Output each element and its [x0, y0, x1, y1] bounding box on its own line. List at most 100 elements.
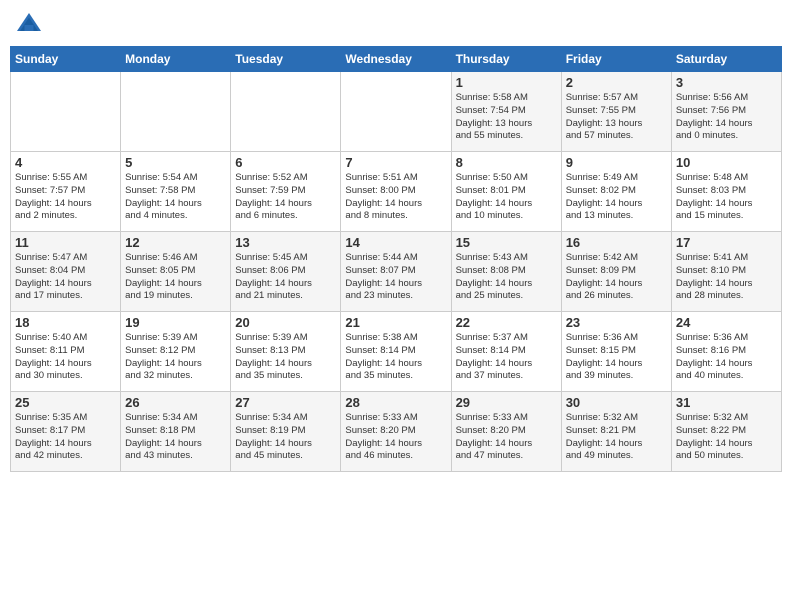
day-number: 2 [566, 75, 667, 90]
calendar-cell: 15 Sunrise: 5:43 AM Sunset: 8:08 PM Dayli… [451, 232, 561, 312]
day-header-monday: Monday [121, 47, 231, 72]
logo-icon [14, 10, 44, 40]
day-info: Sunrise: 5:36 AM Sunset: 8:15 PM Dayligh… [566, 332, 667, 383]
calendar-week-row: 4 Sunrise: 5:55 AM Sunset: 7:57 PM Daylig… [11, 152, 782, 232]
calendar-cell: 26 Sunrise: 5:34 AM Sunset: 8:18 PM Dayli… [121, 392, 231, 472]
calendar-cell: 6Sunrise: 5:52 AM Sunset: 7:59 PM Daylig… [231, 152, 341, 232]
day-info: Sunrise: 5:39 AM Sunset: 8:12 PM Dayligh… [125, 332, 226, 383]
calendar-cell: 10 Sunrise: 5:48 AM Sunset: 8:03 PM Dayli… [671, 152, 781, 232]
day-number: 30 [566, 395, 667, 410]
day-info: Sunrise: 5:48 AM Sunset: 8:03 PM Dayligh… [676, 172, 777, 223]
calendar-cell [341, 72, 451, 152]
day-number: 16 [566, 235, 667, 250]
calendar-cell: 12 Sunrise: 5:46 AM Sunset: 8:05 PM Dayli… [121, 232, 231, 312]
calendar-cell: 14Sunrise: 5:44 AM Sunset: 8:07 PM Dayli… [341, 232, 451, 312]
day-number: 20 [235, 315, 336, 330]
day-info: Sunrise: 5:40 AM Sunset: 8:11 PM Dayligh… [15, 332, 116, 383]
day-number: 13 [235, 235, 336, 250]
calendar-cell: 28Sunrise: 5:33 AM Sunset: 8:20 PM Dayli… [341, 392, 451, 472]
day-info: Sunrise: 5:36 AM Sunset: 8:16 PM Dayligh… [676, 332, 777, 383]
day-info: Sunrise: 5:51 AM Sunset: 8:00 PM Dayligh… [345, 172, 446, 223]
calendar-cell: 7 Sunrise: 5:51 AM Sunset: 8:00 PM Daylig… [341, 152, 451, 232]
day-number: 8 [456, 155, 557, 170]
day-info: Sunrise: 5:47 AM Sunset: 8:04 PM Dayligh… [15, 252, 116, 303]
day-number: 4 [15, 155, 116, 170]
day-number: 29 [456, 395, 557, 410]
day-info: Sunrise: 5:55 AM Sunset: 7:57 PM Dayligh… [15, 172, 116, 223]
day-header-tuesday: Tuesday [231, 47, 341, 72]
day-info: Sunrise: 5:46 AM Sunset: 8:05 PM Dayligh… [125, 252, 226, 303]
day-number: 17 [676, 235, 777, 250]
day-number: 6 [235, 155, 336, 170]
calendar-cell: 1Sunrise: 5:58 AM Sunset: 7:54 PM Daylig… [451, 72, 561, 152]
day-number: 22 [456, 315, 557, 330]
calendar-week-row: 11 Sunrise: 5:47 AM Sunset: 8:04 PM Dayli… [11, 232, 782, 312]
calendar-cell: 16 Sunrise: 5:42 AM Sunset: 8:09 PM Dayli… [561, 232, 671, 312]
day-header-sunday: Sunday [11, 47, 121, 72]
day-info: Sunrise: 5:34 AM Sunset: 8:18 PM Dayligh… [125, 412, 226, 463]
day-info: Sunrise: 5:32 AM Sunset: 8:21 PM Dayligh… [566, 412, 667, 463]
day-info: Sunrise: 5:33 AM Sunset: 8:20 PM Dayligh… [456, 412, 557, 463]
calendar-table: SundayMondayTuesdayWednesdayThursdayFrid… [10, 46, 782, 472]
calendar-cell: 3Sunrise: 5:56 AM Sunset: 7:56 PM Daylig… [671, 72, 781, 152]
calendar-cell: 13 Sunrise: 5:45 AM Sunset: 8:06 PM Dayli… [231, 232, 341, 312]
day-number: 9 [566, 155, 667, 170]
day-info: Sunrise: 5:39 AM Sunset: 8:13 PM Dayligh… [235, 332, 336, 383]
day-number: 5 [125, 155, 226, 170]
day-number: 7 [345, 155, 446, 170]
day-header-thursday: Thursday [451, 47, 561, 72]
day-number: 25 [15, 395, 116, 410]
day-info: Sunrise: 5:34 AM Sunset: 8:19 PM Dayligh… [235, 412, 336, 463]
calendar-cell: 20 Sunrise: 5:39 AM Sunset: 8:13 PM Dayli… [231, 312, 341, 392]
day-info: Sunrise: 5:42 AM Sunset: 8:09 PM Dayligh… [566, 252, 667, 303]
day-info: Sunrise: 5:35 AM Sunset: 8:17 PM Dayligh… [15, 412, 116, 463]
calendar-cell: 11 Sunrise: 5:47 AM Sunset: 8:04 PM Dayli… [11, 232, 121, 312]
calendar-cell: 25 Sunrise: 5:35 AM Sunset: 8:17 PM Dayli… [11, 392, 121, 472]
calendar-cell: 27Sunrise: 5:34 AM Sunset: 8:19 PM Dayli… [231, 392, 341, 472]
calendar-cell: 4 Sunrise: 5:55 AM Sunset: 7:57 PM Daylig… [11, 152, 121, 232]
day-info: Sunrise: 5:33 AM Sunset: 8:20 PM Dayligh… [345, 412, 446, 463]
calendar-cell: 23 Sunrise: 5:36 AM Sunset: 8:15 PM Dayli… [561, 312, 671, 392]
calendar-cell: 24 Sunrise: 5:36 AM Sunset: 8:16 PM Dayli… [671, 312, 781, 392]
day-header-saturday: Saturday [671, 47, 781, 72]
day-info: Sunrise: 5:49 AM Sunset: 8:02 PM Dayligh… [566, 172, 667, 223]
day-number: 26 [125, 395, 226, 410]
calendar-week-row: 25 Sunrise: 5:35 AM Sunset: 8:17 PM Dayli… [11, 392, 782, 472]
day-number: 21 [345, 315, 446, 330]
calendar-cell: 22Sunrise: 5:37 AM Sunset: 8:14 PM Dayli… [451, 312, 561, 392]
calendar-cell: 2Sunrise: 5:57 AM Sunset: 7:55 PM Daylig… [561, 72, 671, 152]
day-info: Sunrise: 5:38 AM Sunset: 8:14 PM Dayligh… [345, 332, 446, 383]
day-number: 12 [125, 235, 226, 250]
calendar-cell: 21 Sunrise: 5:38 AM Sunset: 8:14 PM Dayli… [341, 312, 451, 392]
day-number: 3 [676, 75, 777, 90]
page-header [10, 10, 782, 40]
day-number: 19 [125, 315, 226, 330]
day-number: 10 [676, 155, 777, 170]
calendar-cell: 17 Sunrise: 5:41 AM Sunset: 8:10 PM Dayli… [671, 232, 781, 312]
calendar-cell: 18 Sunrise: 5:40 AM Sunset: 8:11 PM Dayli… [11, 312, 121, 392]
calendar-cell: 30 Sunrise: 5:32 AM Sunset: 8:21 PM Dayli… [561, 392, 671, 472]
calendar-cell: 9 Sunrise: 5:49 AM Sunset: 8:02 PM Daylig… [561, 152, 671, 232]
calendar-cell: 31Sunrise: 5:32 AM Sunset: 8:22 PM Dayli… [671, 392, 781, 472]
day-info: Sunrise: 5:54 AM Sunset: 7:58 PM Dayligh… [125, 172, 226, 223]
day-header-wednesday: Wednesday [341, 47, 451, 72]
day-number: 24 [676, 315, 777, 330]
calendar-cell [11, 72, 121, 152]
calendar-week-row: 18 Sunrise: 5:40 AM Sunset: 8:11 PM Dayli… [11, 312, 782, 392]
day-number: 11 [15, 235, 116, 250]
calendar-cell: 19 Sunrise: 5:39 AM Sunset: 8:12 PM Dayli… [121, 312, 231, 392]
day-number: 18 [15, 315, 116, 330]
calendar-header-row: SundayMondayTuesdayWednesdayThursdayFrid… [11, 47, 782, 72]
day-info: Sunrise: 5:43 AM Sunset: 8:08 PM Dayligh… [456, 252, 557, 303]
day-info: Sunrise: 5:58 AM Sunset: 7:54 PM Dayligh… [456, 92, 557, 143]
calendar-cell [121, 72, 231, 152]
day-info: Sunrise: 5:50 AM Sunset: 8:01 PM Dayligh… [456, 172, 557, 223]
calendar-week-row: 1Sunrise: 5:58 AM Sunset: 7:54 PM Daylig… [11, 72, 782, 152]
calendar-cell: 29 Sunrise: 5:33 AM Sunset: 8:20 PM Dayli… [451, 392, 561, 472]
day-number: 14 [345, 235, 446, 250]
day-info: Sunrise: 5:45 AM Sunset: 8:06 PM Dayligh… [235, 252, 336, 303]
day-number: 23 [566, 315, 667, 330]
day-info: Sunrise: 5:41 AM Sunset: 8:10 PM Dayligh… [676, 252, 777, 303]
day-number: 15 [456, 235, 557, 250]
logo [14, 10, 48, 40]
